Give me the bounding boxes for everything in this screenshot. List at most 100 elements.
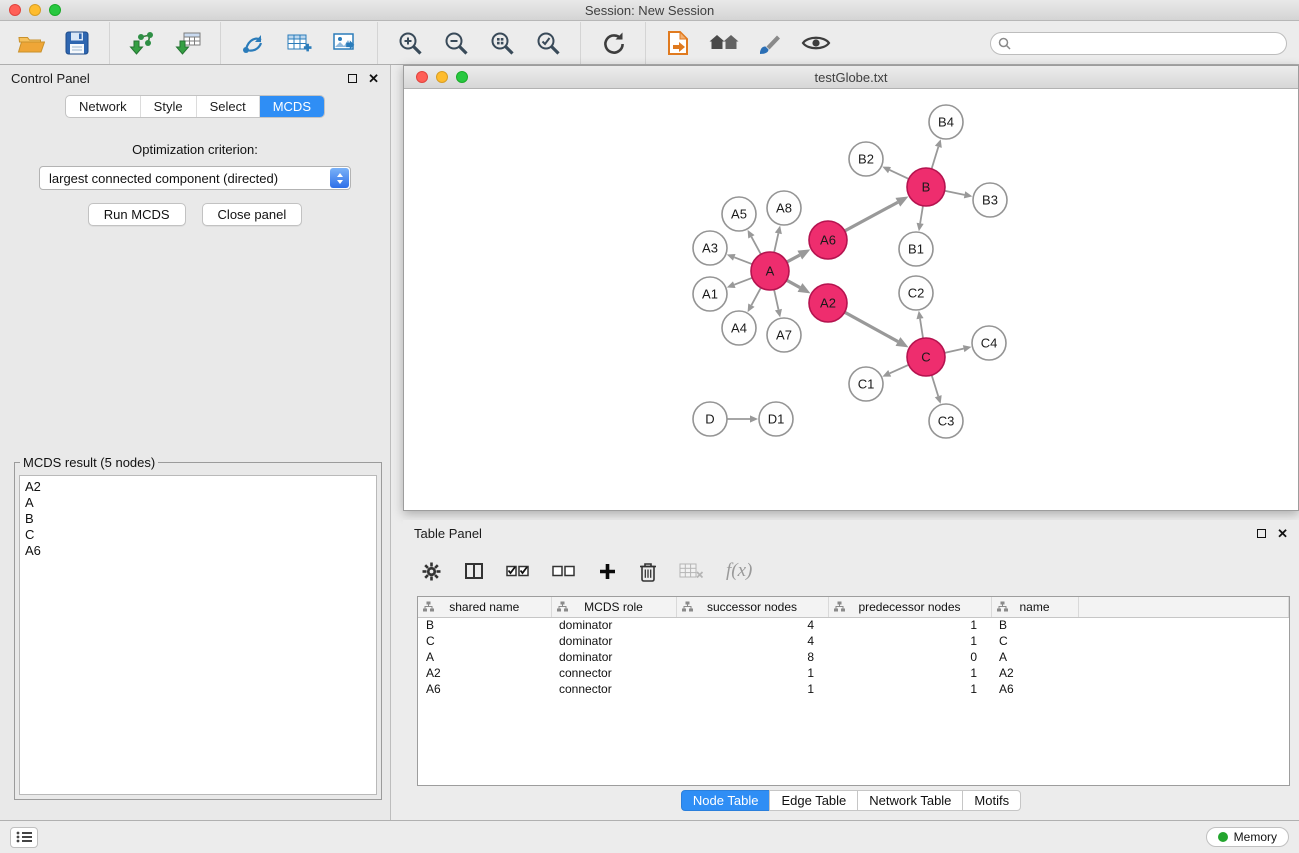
network-node-C4[interactable]: C4 <box>972 326 1006 360</box>
network-node-A7[interactable]: A7 <box>767 318 801 352</box>
import-table-button[interactable] <box>169 25 207 61</box>
network-edge-B-B4[interactable] <box>932 147 939 169</box>
minimize-network-button[interactable] <box>436 71 448 83</box>
tab-style[interactable]: Style <box>141 96 197 117</box>
close-panel-icon[interactable]: ✕ <box>368 72 379 85</box>
network-node-B2[interactable]: B2 <box>849 142 883 176</box>
network-node-B[interactable]: B <box>907 168 945 206</box>
network-edge-C-C2[interactable] <box>920 319 923 339</box>
network-node-C1[interactable]: C1 <box>849 367 883 401</box>
export-document-button[interactable] <box>659 25 697 61</box>
task-history-button[interactable] <box>10 827 38 848</box>
network-node-D1[interactable]: D1 <box>759 402 793 436</box>
network-node-A3[interactable]: A3 <box>693 231 727 265</box>
new-network-button[interactable] <box>234 25 272 61</box>
criterion-dropdown[interactable]: largest connected component (directed) <box>39 166 351 190</box>
tab-motifs[interactable]: Motifs <box>962 790 1021 811</box>
mcds-result-item[interactable]: C <box>25 527 371 543</box>
run-mcds-button[interactable]: Run MCDS <box>88 203 186 226</box>
table-row[interactable]: A6connector11A6 <box>418 681 1289 697</box>
network-node-C[interactable]: C <box>907 338 945 376</box>
network-node-A6[interactable]: A6 <box>809 221 847 259</box>
network-edge-A2-C[interactable] <box>845 312 898 341</box>
network-node-A1[interactable]: A1 <box>693 277 727 311</box>
network-edge-A-A5[interactable] <box>751 237 761 254</box>
network-node-B4[interactable]: B4 <box>929 105 963 139</box>
apply-layout-button[interactable] <box>594 25 632 61</box>
minimize-window-button[interactable] <box>29 4 41 16</box>
tab-select[interactable]: Select <box>197 96 260 117</box>
tab-network-table[interactable]: Network Table <box>857 790 963 811</box>
apply-style-button[interactable] <box>751 25 789 61</box>
mcds-result-item[interactable]: A <box>25 495 371 511</box>
new-table-button[interactable] <box>280 25 318 61</box>
network-node-B3[interactable]: B3 <box>973 183 1007 217</box>
tab-mcds[interactable]: MCDS <box>260 96 324 117</box>
tab-node-table[interactable]: Node Table <box>681 790 771 811</box>
network-node-B1[interactable]: B1 <box>899 232 933 266</box>
close-window-button[interactable] <box>9 4 21 16</box>
network-edge-C-C3[interactable] <box>932 375 939 396</box>
show-graphics-button[interactable] <box>797 25 835 61</box>
network-node-C2[interactable]: C2 <box>899 276 933 310</box>
network-edge-B-B3[interactable] <box>945 191 965 195</box>
memory-button[interactable]: Memory <box>1206 827 1289 847</box>
network-edge-A-A8[interactable] <box>774 233 778 252</box>
zoom-in-button[interactable] <box>391 25 429 61</box>
save-session-button[interactable] <box>58 25 96 61</box>
mcds-result-item[interactable]: B <box>25 511 371 527</box>
network-node-A[interactable]: A <box>751 252 789 290</box>
network-edge-C-C1[interactable] <box>890 365 909 374</box>
delete-column-button[interactable] <box>639 561 657 582</box>
toggle-column-panel-button[interactable] <box>464 561 484 581</box>
mcds-result-list[interactable]: A2ABCA6 <box>19 475 377 795</box>
network-edge-A6-B[interactable] <box>845 202 898 231</box>
table-settings-button[interactable] <box>421 561 442 582</box>
network-edge-B-B1[interactable] <box>920 206 923 224</box>
home-networks-button[interactable] <box>705 25 743 61</box>
network-node-A2[interactable]: A2 <box>809 284 847 322</box>
function-builder-button[interactable]: f(x) <box>726 560 752 582</box>
network-edge-A-A7[interactable] <box>774 290 778 310</box>
network-node-A5[interactable]: A5 <box>722 197 756 231</box>
float-panel-icon[interactable] <box>348 74 357 83</box>
tab-network[interactable]: Network <box>66 96 141 117</box>
column-header-shared-name[interactable]: shared name <box>418 597 551 617</box>
table-row[interactable]: Bdominator41B <box>418 617 1289 633</box>
tab-edge-table[interactable]: Edge Table <box>769 790 858 811</box>
zoom-selected-button[interactable] <box>529 25 567 61</box>
mcds-result-item[interactable]: A6 <box>25 543 371 559</box>
maximize-network-button[interactable] <box>456 71 468 83</box>
float-table-panel-icon[interactable] <box>1257 529 1266 538</box>
network-edge-A-A3[interactable] <box>734 257 752 264</box>
close-network-button[interactable] <box>416 71 428 83</box>
table-row[interactable]: Adominator80A <box>418 649 1289 665</box>
open-session-button[interactable] <box>12 25 50 61</box>
create-column-button[interactable] <box>598 562 617 581</box>
network-node-C3[interactable]: C3 <box>929 404 963 438</box>
network-edge-A-A6[interactable] <box>787 255 800 262</box>
column-header-MCDS-role[interactable]: MCDS role <box>551 597 676 617</box>
column-header-name[interactable]: name <box>991 597 1078 617</box>
delete-table-button[interactable] <box>679 562 704 580</box>
close-table-panel-icon[interactable]: ✕ <box>1277 527 1288 540</box>
zoom-out-button[interactable] <box>437 25 475 61</box>
zoom-fit-button[interactable] <box>483 25 521 61</box>
column-header-successor-nodes[interactable]: successor nodes <box>676 597 828 617</box>
table-row[interactable]: A2connector11A2 <box>418 665 1289 681</box>
import-network-button[interactable] <box>123 25 161 61</box>
network-edge-B-B2[interactable] <box>890 170 909 179</box>
search-input[interactable] <box>990 32 1287 55</box>
network-edge-C-C4[interactable] <box>945 349 964 353</box>
deselect-all-rows-button[interactable] <box>552 562 576 580</box>
network-edge-A-A1[interactable] <box>734 278 752 285</box>
select-all-rows-button[interactable] <box>506 562 530 580</box>
column-header-predecessor-nodes[interactable]: predecessor nodes <box>828 597 991 617</box>
network-node-D[interactable]: D <box>693 402 727 436</box>
network-node-A4[interactable]: A4 <box>722 311 756 345</box>
export-image-button[interactable] <box>326 25 364 61</box>
network-node-A8[interactable]: A8 <box>767 191 801 225</box>
table-row[interactable]: Cdominator41C <box>418 633 1289 649</box>
network-edge-A-A2[interactable] <box>787 280 800 287</box>
network-canvas[interactable]: B4 B2 B B3 A5 A8A6 A3 B1 A A1 C2 A2 A4 A7 C4 C C1 C3 D D1 <box>404 89 1298 510</box>
